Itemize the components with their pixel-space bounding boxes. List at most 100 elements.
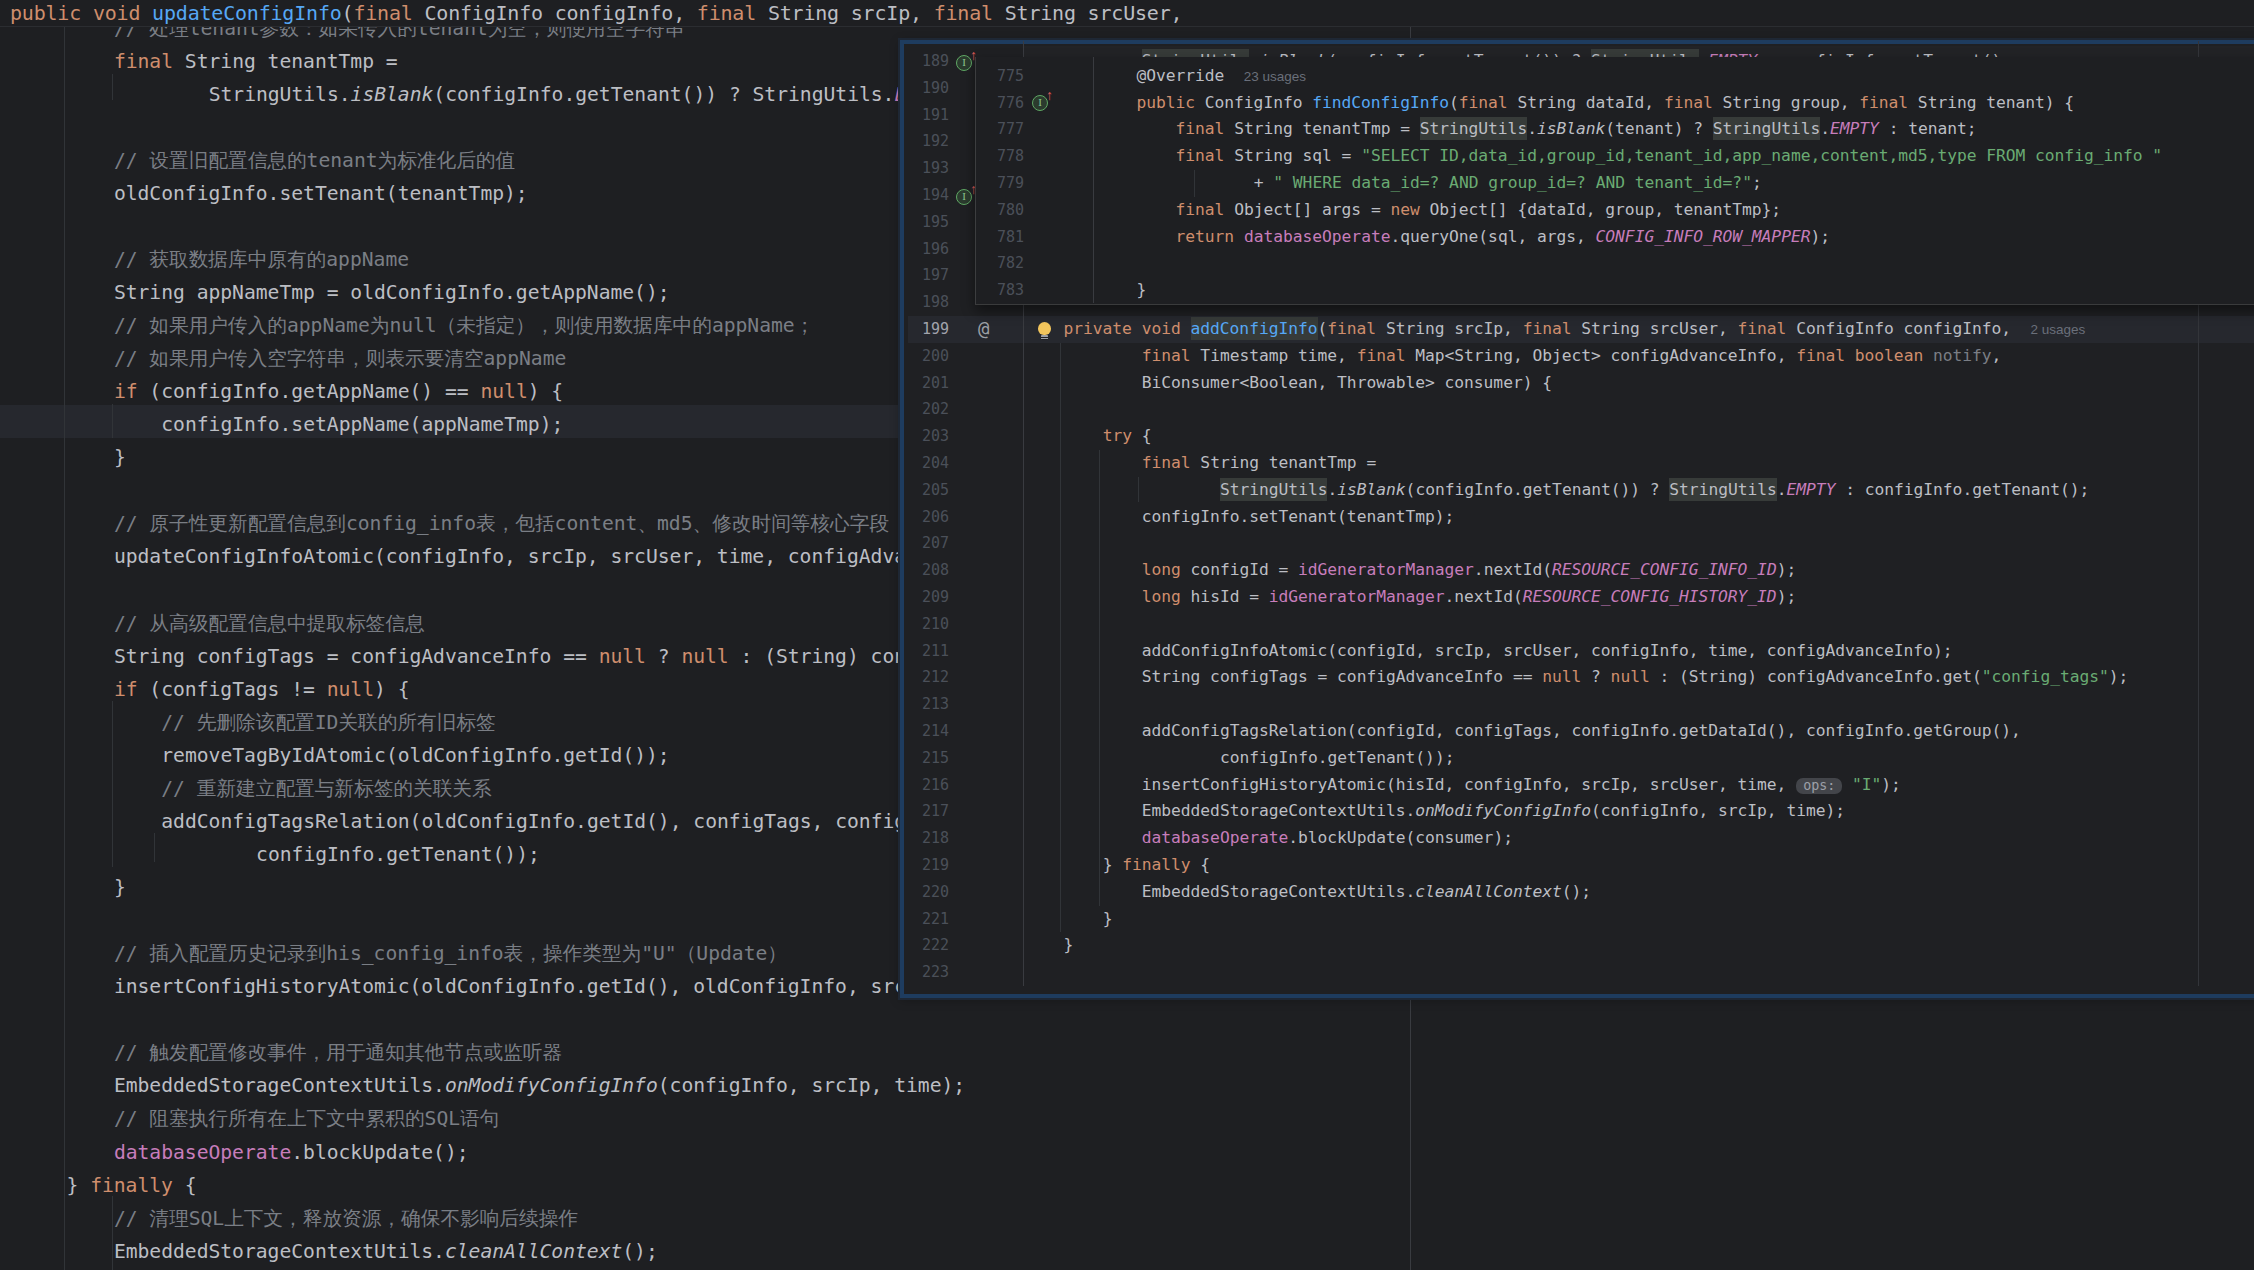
line-number[interactable]: 208	[900, 557, 949, 584]
line-number[interactable]: 194	[900, 182, 949, 209]
code-line[interactable]: final Object[] args = new Object[] {data…	[1176, 197, 1782, 224]
line-number[interactable]: 219	[900, 852, 949, 879]
code-line[interactable]: @Override 23 usages	[1136, 63, 1306, 91]
line-number[interactable]: 216	[900, 772, 949, 799]
line-number[interactable]: 777	[975, 116, 1024, 143]
code-line[interactable]: + " WHERE data_id=? AND group_id=? AND t…	[1254, 170, 1762, 197]
line-number[interactable]: 221	[900, 906, 949, 933]
code-line[interactable]: final String tenantTmp =	[114, 45, 398, 78]
line-number[interactable]: 201	[900, 370, 949, 397]
line-number[interactable]: 202	[900, 396, 949, 423]
line-number[interactable]: 775	[975, 63, 1024, 90]
code-line[interactable]: }	[114, 441, 126, 474]
code-line[interactable]: }	[1103, 906, 1113, 933]
sticky-header-code-line[interactable]: public void updateConfigInfo(final Confi…	[10, 0, 1182, 26]
line-number[interactable]: 779	[975, 170, 1024, 197]
line-number[interactable]: 211	[900, 638, 949, 665]
code-line[interactable]: final Timestamp time, final Map<String, …	[1142, 343, 2002, 370]
line-number[interactable]: 214	[900, 718, 949, 745]
code-line[interactable]: }	[1136, 277, 1146, 303]
line-number[interactable]: 217	[900, 798, 949, 825]
code-line[interactable]: // 重新建立配置与新标签的关联关系	[161, 772, 491, 805]
code-line[interactable]: return databaseOperate.queryOne(sql, arg…	[1176, 224, 1830, 251]
code-line[interactable]: configInfo.getTenant());	[256, 838, 540, 871]
code-line[interactable]: final String sql = "SELECT ID,data_id,gr…	[1176, 143, 2163, 170]
code-line[interactable]: long hisId = idGeneratorManager.nextId(R…	[1142, 584, 1796, 611]
code-line[interactable]: // 如果用户传入的appName为null（未指定），则使用数据库中的appN…	[114, 309, 814, 342]
line-number[interactable]: 207	[900, 530, 949, 557]
code-line[interactable]: // 插入配置历史记录到his_config_info表，操作类型为"U"（Up…	[114, 937, 787, 970]
line-number[interactable]: 197	[900, 262, 949, 289]
code-line[interactable]: EmbeddedStorageContextUtils.cleanAllCont…	[1142, 879, 1591, 906]
code-line[interactable]: databaseOperate.blockUpdate();	[114, 1136, 469, 1169]
code-line[interactable]: EmbeddedStorageContextUtils.cleanAllCont…	[114, 1235, 658, 1268]
code-line[interactable]: StringUtils.isBlank(configInfo.getTenant…	[1220, 477, 2089, 504]
code-line[interactable]: updateConfigInfoAtomic(configInfo, srcIp…	[114, 540, 1013, 573]
line-number[interactable]: 190	[900, 75, 949, 102]
sticky-header[interactable]: public void updateConfigInfo(final Confi…	[0, 0, 2254, 27]
line-number[interactable]: 215	[900, 745, 949, 772]
line-number[interactable]: 781	[975, 224, 1024, 251]
code-line[interactable]: long configId = idGeneratorManager.nextI…	[1142, 557, 1796, 584]
code-line[interactable]: } finally {	[67, 1169, 197, 1202]
definition-popup[interactable]: 1891901911921931941951961971981992002012…	[900, 40, 2254, 998]
code-line[interactable]: // 清理SQL上下文，释放资源，确保不影响后续操作	[114, 1202, 578, 1235]
code-line[interactable]: addConfigInfoAtomic(configId, srcIp, src…	[1142, 638, 1953, 665]
code-line[interactable]: // 设置旧配置信息的tenant为标准化后的值	[114, 144, 515, 177]
code-line[interactable]: oldConfigInfo.setTenant(tenantTmp);	[114, 177, 528, 210]
code-line[interactable]: EmbeddedStorageContextUtils.onModifyConf…	[114, 1069, 965, 1102]
code-line[interactable]: try {	[1103, 423, 1152, 450]
code-line[interactable]: // 触发配置修改事件，用于通知其他节点或监听器	[114, 1036, 562, 1069]
line-number[interactable]: 206	[900, 504, 949, 531]
line-number[interactable]: 213	[900, 691, 949, 718]
line-number[interactable]: 199	[900, 316, 949, 343]
code-line[interactable]: // 如果用户传入空字符串，则表示要清空appName	[114, 342, 566, 375]
code-line[interactable]: private void addConfigInfo(final String …	[1064, 316, 2086, 344]
code-line[interactable]: }	[114, 871, 126, 904]
line-number[interactable]: 218	[900, 825, 949, 852]
line-number[interactable]: 203	[900, 423, 949, 450]
code-line[interactable]: addConfigTagsRelation(configId, configTa…	[1142, 718, 2021, 745]
line-number[interactable]: 783	[975, 277, 1024, 303]
intention-bulb-icon[interactable]	[1038, 322, 1051, 335]
line-number[interactable]: 210	[900, 611, 949, 638]
code-line[interactable]: }	[1064, 932, 1074, 959]
code-line[interactable]: // 原子性更新配置信息到config_info表，包括content、md5、…	[114, 507, 889, 540]
code-line[interactable]: } finally {	[1103, 852, 1210, 879]
line-number[interactable]: 222	[900, 932, 949, 959]
line-number[interactable]: 220	[900, 879, 949, 906]
code-line[interactable]: databaseOperate.blockUpdate(consumer);	[1142, 825, 1513, 852]
line-number[interactable]: 200	[900, 343, 949, 370]
code-line[interactable]: // 获取数据库中原有的appName	[114, 243, 409, 276]
code-line[interactable]: configInfo.setAppName(appNameTmp);	[161, 408, 563, 441]
code-line[interactable]: // 先删除该配置ID关联的所有旧标签	[161, 706, 495, 739]
implemented-method-gutter-icon[interactable]: I	[1032, 95, 1048, 111]
code-line[interactable]: if (configTags != null) {	[114, 673, 410, 706]
line-number[interactable]: 209	[900, 584, 949, 611]
code-line[interactable]: insertConfigHistoryAtomic(hisId, configI…	[1142, 772, 1901, 800]
code-line[interactable]: EmbeddedStorageContextUtils.onModifyConf…	[1142, 798, 1845, 825]
line-number[interactable]: 198	[900, 289, 949, 316]
line-number[interactable]: 778	[975, 143, 1024, 170]
code-line[interactable]: configInfo.setTenant(tenantTmp);	[1142, 504, 1455, 531]
implemented-method-gutter-icon[interactable]: I	[956, 55, 972, 71]
line-number[interactable]: 776	[975, 90, 1024, 117]
code-line[interactable]: String appNameTmp = oldConfigInfo.getApp…	[114, 276, 670, 309]
code-line[interactable]: BiConsumer<Boolean, Throwable> consumer)…	[1142, 370, 1552, 397]
embedded-preview-panel[interactable]: 775776777778779780781782783 @Override 23…	[975, 57, 2254, 305]
line-number[interactable]: 205	[900, 477, 949, 504]
line-number[interactable]: 782	[975, 250, 1024, 277]
code-line[interactable]: if (configInfo.getAppName() == null) {	[114, 375, 563, 408]
line-number[interactable]: 189	[900, 48, 949, 75]
line-number[interactable]: 196	[900, 236, 949, 263]
line-number[interactable]: 193	[900, 155, 949, 182]
implemented-method-gutter-icon[interactable]: I	[956, 189, 972, 205]
line-number[interactable]: 191	[900, 102, 949, 129]
code-line[interactable]: final String tenantTmp =	[1142, 450, 1376, 477]
line-number[interactable]: 192	[900, 128, 949, 155]
code-line[interactable]: // 阻塞执行所有在上下文中累积的SQL语句	[114, 1102, 499, 1135]
line-number[interactable]: 223	[900, 959, 949, 986]
code-line[interactable]: // 从高级配置信息中提取标签信息	[114, 607, 425, 640]
code-line[interactable]: final String tenantTmp = StringUtils.isB…	[1176, 116, 1977, 143]
code-line[interactable]: public ConfigInfo findConfigInfo(final S…	[1136, 90, 2074, 117]
